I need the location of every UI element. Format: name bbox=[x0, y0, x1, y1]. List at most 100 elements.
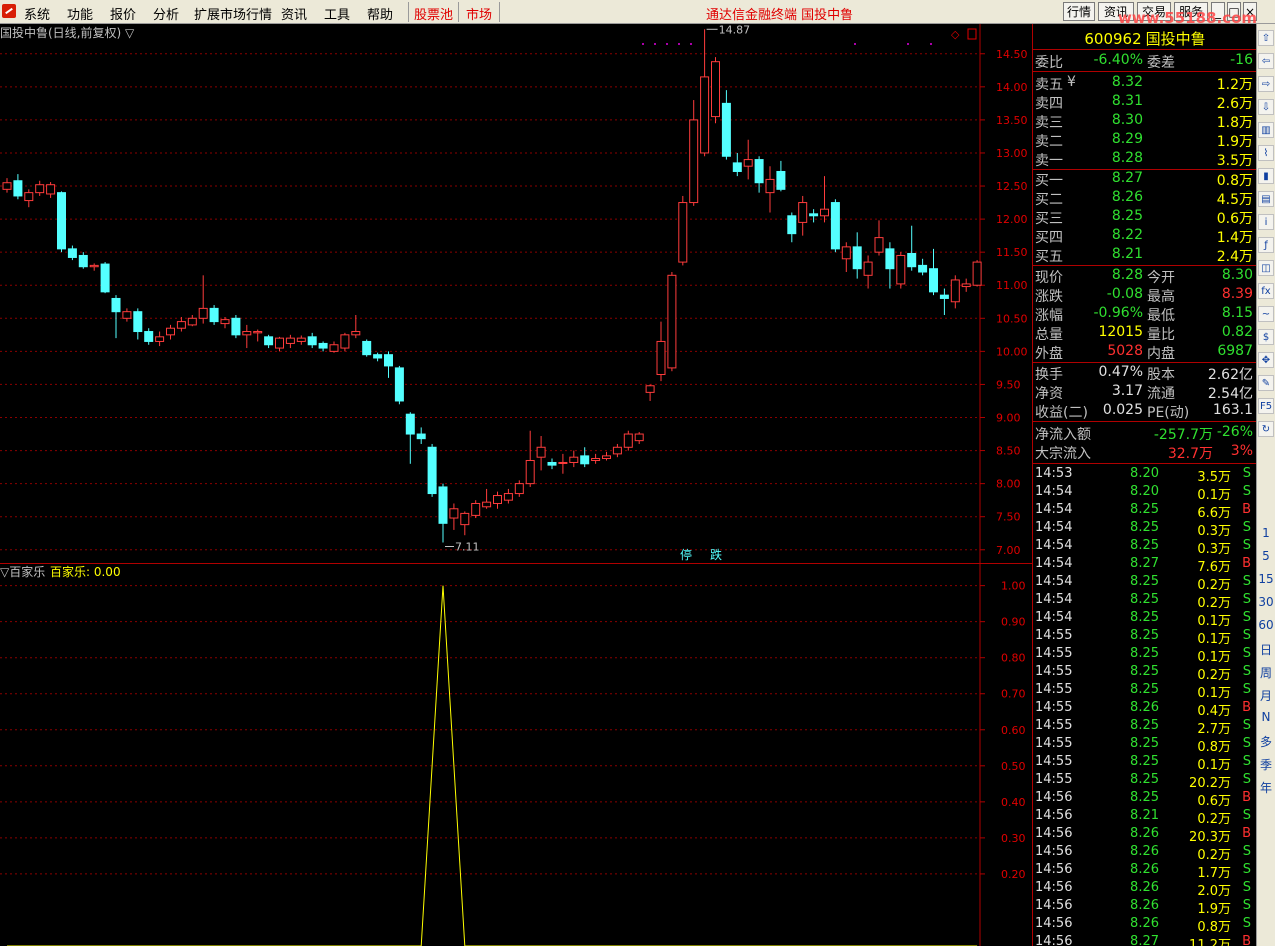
tick-row[interactable]: 14:55 8.25 0.2万 S bbox=[1033, 664, 1256, 683]
tick-row[interactable]: 14:55 8.25 0.1万 S bbox=[1033, 754, 1256, 773]
indicator-icon[interactable]: ◫ bbox=[1258, 260, 1274, 276]
divider bbox=[1033, 463, 1256, 464]
right-arrow-icon[interactable]: ⇨ bbox=[1258, 76, 1274, 92]
period-button[interactable]: 15 bbox=[1257, 572, 1275, 586]
menu-help[interactable]: 帮助 bbox=[367, 4, 393, 23]
indicator-title[interactable]: ▽百家乐 bbox=[0, 564, 45, 579]
diamond-icon[interactable]: ◇ bbox=[951, 28, 960, 41]
tick-row[interactable]: 14:55 8.25 0.1万 S bbox=[1033, 682, 1256, 701]
info-icon[interactable]: i bbox=[1258, 214, 1274, 230]
tick-row[interactable]: 14:54 8.25 0.2万 S bbox=[1033, 592, 1256, 611]
tick-row[interactable]: 14:53 8.20 3.5万 S bbox=[1033, 466, 1256, 485]
period-button[interactable]: 周 bbox=[1257, 664, 1275, 681]
tick-row[interactable]: 14:56 8.26 20.3万 B bbox=[1033, 826, 1256, 845]
stat-value: 8.30 bbox=[1221, 267, 1253, 283]
line-chart-icon[interactable]: ⌇ bbox=[1258, 145, 1274, 161]
tick-row[interactable]: 14:54 8.25 0.3万 S bbox=[1033, 520, 1256, 539]
tick-row[interactable]: 14:54 8.25 0.1万 S bbox=[1033, 610, 1256, 629]
tick-row[interactable]: 14:56 8.26 1.9万 S bbox=[1033, 898, 1256, 917]
period-button[interactable]: 多 bbox=[1257, 733, 1275, 750]
candle-body bbox=[558, 461, 568, 464]
refresh-icon[interactable]: ↻ bbox=[1258, 421, 1274, 437]
tick-price: 8.25 bbox=[1130, 754, 1159, 769]
menu-news[interactable]: 资讯 bbox=[281, 4, 307, 23]
menu-quote[interactable]: 报价 bbox=[110, 4, 136, 23]
tick-row[interactable]: 14:54 8.25 0.3万 S bbox=[1033, 538, 1256, 557]
period-button[interactable]: 日 bbox=[1257, 641, 1275, 658]
tick-time: 14:56 bbox=[1035, 826, 1073, 841]
menu-analysis[interactable]: 分析 bbox=[153, 4, 179, 23]
f5-icon[interactable]: F5 bbox=[1258, 398, 1274, 414]
dollar-icon[interactable]: $ bbox=[1258, 329, 1274, 345]
tick-row[interactable]: 14:56 8.21 0.2万 S bbox=[1033, 808, 1256, 827]
rsi-icon[interactable]: ~ bbox=[1258, 306, 1274, 322]
divider bbox=[1033, 265, 1256, 266]
tick-time: 14:56 bbox=[1035, 916, 1073, 931]
period-button[interactable]: 30 bbox=[1257, 595, 1275, 609]
panel-toggle-icon[interactable] bbox=[967, 28, 977, 40]
move-icon[interactable]: ✥ bbox=[1258, 352, 1274, 368]
indicator-value: 百家乐: 0.00 bbox=[50, 564, 121, 579]
period-button[interactable]: 年 bbox=[1257, 779, 1275, 796]
tick-volume: 6.6万 bbox=[1197, 506, 1231, 521]
tick-row[interactable]: 14:56 8.25 0.6万 B bbox=[1033, 790, 1256, 809]
period-button[interactable]: 1 bbox=[1257, 526, 1275, 540]
tick-row[interactable]: 14:55 8.25 20.2万 S bbox=[1033, 772, 1256, 791]
tick-row[interactable]: 14:54 8.27 7.6万 B bbox=[1033, 556, 1256, 575]
tick-row[interactable]: 14:56 8.26 1.7万 S bbox=[1033, 862, 1256, 881]
indicator-axis: 1.00 0.90 0.80 0.70 0.60 0.50 0.40 0.30 0.20 bbox=[0, 580, 1026, 881]
fx-icon[interactable]: fx bbox=[1258, 283, 1274, 299]
kline-icon[interactable]: ▥ bbox=[1258, 122, 1274, 138]
candle-body bbox=[166, 327, 175, 336]
candle-body bbox=[264, 336, 274, 346]
period-button[interactable]: 月 bbox=[1257, 687, 1275, 704]
market-button[interactable]: 市场 bbox=[466, 4, 492, 23]
tick-row[interactable]: 14:55 8.26 0.4万 B bbox=[1033, 700, 1256, 719]
period-button[interactable]: 5 bbox=[1257, 549, 1275, 563]
ask-volume: 1.9万 bbox=[1216, 134, 1253, 150]
tick-volume: 7.6万 bbox=[1197, 560, 1231, 575]
tick-row[interactable]: 14:55 8.25 0.8万 S bbox=[1033, 736, 1256, 755]
period-button[interactable]: 60 bbox=[1257, 618, 1275, 632]
up-arrow-icon[interactable]: ⇧ bbox=[1258, 30, 1274, 46]
formula-icon[interactable]: ƒ bbox=[1258, 237, 1274, 253]
ask-label: 卖一 bbox=[1035, 153, 1063, 169]
left-arrow-icon[interactable]: ⇦ bbox=[1258, 53, 1274, 69]
tick-row[interactable]: 14:56 8.26 2.0万 S bbox=[1033, 880, 1256, 899]
price-tick-label: 14.50 bbox=[996, 48, 1028, 61]
tick-row[interactable]: 14:54 8.25 6.6万 B bbox=[1033, 502, 1256, 521]
menu-function[interactable]: 功能 bbox=[67, 4, 93, 23]
chart-area[interactable]: 国投中鲁(日线,前复权) ▽ ◇ 14.50 14.00 13.50 13.00 12.… bbox=[0, 24, 1032, 946]
quote-tab-button[interactable]: 行情 bbox=[1063, 2, 1095, 21]
indicator-tick-label: 0.60 bbox=[1001, 724, 1026, 737]
tick-row[interactable]: 14:56 8.26 0.8万 S bbox=[1033, 916, 1256, 935]
f10-icon[interactable]: ▤ bbox=[1258, 191, 1274, 207]
tick-volume: 0.8万 bbox=[1197, 740, 1231, 755]
tool-strip: ⇧ ⇦ ⇨ ⇩ ▥ ⌇ ▮ ▤ i ƒ ◫ fx ~ $ ✥ ✎ F5 ↻ 1 5 15 30 60 日周月 N 多季年 bbox=[1256, 24, 1275, 946]
candle-body bbox=[438, 486, 448, 524]
tick-side: S bbox=[1242, 682, 1251, 697]
tick-row[interactable]: 14:56 8.26 0.2万 S bbox=[1033, 844, 1256, 863]
candle-body bbox=[754, 159, 764, 184]
tick-row[interactable]: 14:56 8.27 11.2万 B bbox=[1033, 934, 1256, 946]
menu-system[interactable]: 系统 bbox=[24, 4, 50, 23]
period-button[interactable]: N bbox=[1257, 710, 1275, 724]
pencil-icon[interactable]: ✎ bbox=[1258, 375, 1274, 391]
tick-row[interactable]: 14:54 8.25 0.2万 S bbox=[1033, 574, 1256, 593]
volume-icon[interactable]: ▮ bbox=[1258, 168, 1274, 184]
tick-volume: 0.1万 bbox=[1197, 632, 1231, 647]
down-arrow-icon[interactable]: ⇩ bbox=[1258, 99, 1274, 115]
tick-row[interactable]: 14:55 8.25 2.7万 S bbox=[1033, 718, 1256, 737]
tick-time: 14:56 bbox=[1035, 790, 1073, 805]
tick-row[interactable]: 14:54 8.20 0.1万 S bbox=[1033, 484, 1256, 503]
period-button[interactable]: 季 bbox=[1257, 756, 1275, 773]
tick-row[interactable]: 14:55 8.25 0.1万 S bbox=[1033, 646, 1256, 665]
stat-label: 总量 bbox=[1035, 327, 1063, 343]
stock-pool-button[interactable]: 股票池 bbox=[414, 4, 453, 23]
menu-tools[interactable]: 工具 bbox=[324, 4, 350, 23]
menu-ext-market[interactable]: 扩展市场行情 bbox=[194, 4, 272, 23]
candle-body bbox=[176, 321, 186, 329]
tick-time: 14:55 bbox=[1035, 664, 1073, 679]
tick-row[interactable]: 14:55 8.25 0.1万 S bbox=[1033, 628, 1256, 647]
candle-body bbox=[809, 213, 819, 217]
